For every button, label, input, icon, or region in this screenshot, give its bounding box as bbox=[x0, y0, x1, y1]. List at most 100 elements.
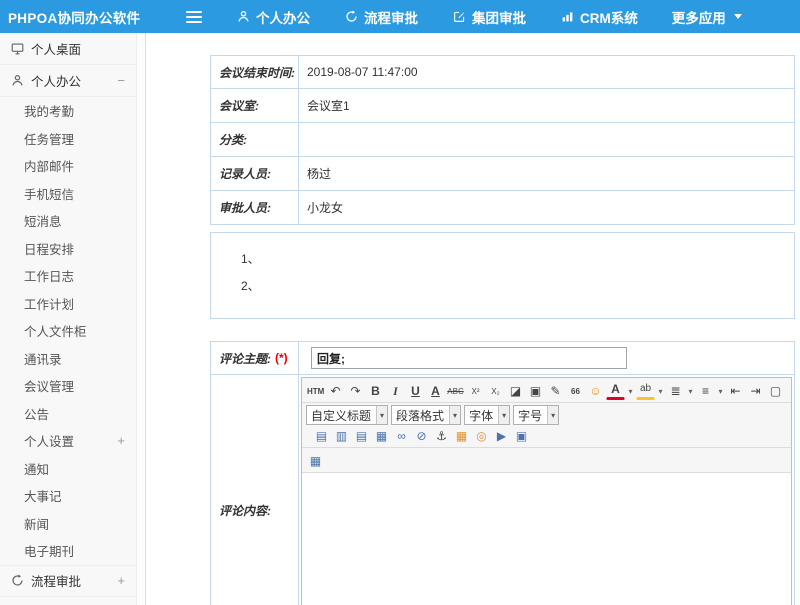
html-source-button[interactable]: HTML bbox=[306, 381, 325, 400]
ordered-list-button[interactable]: ≣ bbox=[666, 381, 685, 400]
nav-label: 更多应用 bbox=[672, 7, 726, 27]
sidebar-item[interactable]: 任务管理 bbox=[0, 125, 137, 153]
sidebar-item[interactable]: 通知 bbox=[0, 455, 137, 483]
sidebar-scrollbar[interactable] bbox=[136, 33, 145, 605]
topbar: PHPOA协同办公软件 个人办公 流程审批 集团审批 CRM系统 bbox=[0, 0, 800, 33]
align-left-button[interactable]: ▤ bbox=[312, 426, 331, 445]
editor-toolbar-row1: HTML↶↷BIUAABCX²X₂◪▣✎66☺A▾ab▾≣▾≡▾⇤⇥▢ bbox=[302, 378, 791, 403]
person-icon bbox=[236, 10, 250, 24]
edit-icon bbox=[452, 10, 466, 24]
image-button[interactable]: ▦ bbox=[452, 426, 471, 445]
select-label: 字体 bbox=[469, 407, 493, 424]
unordered-list-caret[interactable]: ▾ bbox=[716, 381, 725, 400]
note-line: 2、 bbox=[241, 273, 784, 300]
bold-button[interactable]: B bbox=[366, 381, 385, 400]
sidebar-list: 个人桌面 个人办公 − 我的考勤 任务管理 内部邮件 手机短信 短消息 bbox=[0, 33, 137, 605]
sidebar-item[interactable]: 电子期刊 bbox=[0, 537, 137, 565]
field-label: 会议结束时间: bbox=[219, 64, 295, 81]
refresh-icon bbox=[10, 574, 24, 588]
unordered-list-button[interactable]: ≡ bbox=[696, 381, 715, 400]
format-painter-button[interactable]: ✎ bbox=[546, 381, 565, 400]
highlight-button[interactable]: ab bbox=[636, 381, 655, 400]
unlink-button[interactable]: ⊘ bbox=[412, 426, 431, 445]
align-right-button[interactable]: ▤ bbox=[352, 426, 371, 445]
nav-label: CRM系统 bbox=[580, 7, 638, 27]
font-color-button[interactable]: A bbox=[606, 381, 625, 400]
sidebar-item-label: 通讯录 bbox=[24, 349, 62, 368]
field-label: 会议室: bbox=[219, 97, 259, 114]
save-button[interactable]: ▣ bbox=[512, 426, 531, 445]
field-label-cell: 评论内容: bbox=[211, 375, 299, 605]
field-label-cell: 分类: bbox=[211, 123, 299, 156]
sidebar-item[interactable]: 日程安排 bbox=[0, 235, 137, 263]
blockquote-button[interactable]: 66 bbox=[566, 381, 585, 400]
field-label-cell: 记录人员: bbox=[211, 157, 299, 190]
remove-format-button[interactable]: ◪ bbox=[506, 381, 525, 400]
sidebar-item[interactable]: 我的考勤 bbox=[0, 97, 137, 125]
font-color-caret[interactable]: ▾ bbox=[626, 381, 635, 400]
caret-down-icon bbox=[734, 14, 742, 19]
superscript-button[interactable]: X² bbox=[466, 381, 485, 400]
font-family-select[interactable]: 字体 ▾ bbox=[464, 405, 510, 425]
field-label-cell: 会议室: bbox=[211, 89, 299, 122]
outdent-button[interactable]: ⇤ bbox=[726, 381, 745, 400]
form-row: 记录人员: 杨过 bbox=[210, 157, 795, 191]
ordered-list-caret[interactable]: ▾ bbox=[686, 381, 695, 400]
field-label: 评论主题: bbox=[219, 350, 271, 367]
font-underline-button[interactable]: A bbox=[426, 381, 445, 400]
sidebar-section-desktop[interactable]: 个人桌面 bbox=[0, 33, 137, 65]
strikethrough-button[interactable]: ABC bbox=[446, 381, 465, 400]
nav-crm-system[interactable]: CRM系统 bbox=[560, 7, 638, 27]
desktop-icon bbox=[10, 42, 24, 56]
emoticon-button[interactable]: ☺ bbox=[586, 381, 605, 400]
subscript-button[interactable]: X₂ bbox=[486, 381, 505, 400]
sidebar-item[interactable]: 公告 bbox=[0, 400, 137, 428]
new-page-button[interactable]: ▢ bbox=[766, 381, 785, 400]
indent-button[interactable]: ⇥ bbox=[746, 381, 765, 400]
nav-personal-office[interactable]: 个人办公 bbox=[236, 7, 310, 27]
sidebar-item[interactable]: 手机短信 bbox=[0, 180, 137, 208]
sidebar-item[interactable]: 个人设置 + bbox=[0, 427, 137, 455]
expand-icon[interactable]: + bbox=[117, 573, 125, 588]
flash-button[interactable]: ◎ bbox=[472, 426, 491, 445]
font-size-select[interactable]: 字号 ▾ bbox=[513, 405, 559, 425]
comment-subject-input[interactable] bbox=[311, 347, 627, 369]
paste-button[interactable]: ▣ bbox=[526, 381, 545, 400]
hamburger-menu-icon[interactable] bbox=[186, 10, 204, 24]
sidebar-item[interactable]: 工作日志 bbox=[0, 262, 137, 290]
align-justify-button[interactable]: ▦ bbox=[372, 426, 391, 445]
media-button[interactable]: ▶ bbox=[492, 426, 511, 445]
align-center-button[interactable]: ▥ bbox=[332, 426, 351, 445]
underline-button[interactable]: U bbox=[406, 381, 425, 400]
sidebar-item[interactable]: 通讯录 bbox=[0, 345, 137, 373]
field-value-cell: 小龙女 bbox=[299, 191, 794, 224]
nav-workflow-approval[interactable]: 流程审批 bbox=[344, 7, 418, 27]
sidebar-item[interactable]: 短消息 bbox=[0, 207, 137, 235]
paragraph-format-select[interactable]: 段落格式 ▾ bbox=[391, 405, 461, 425]
undo-button[interactable]: ↶ bbox=[326, 381, 345, 400]
table-button[interactable]: ▦ bbox=[306, 451, 325, 470]
editor-toolbar-row2: 自定义标题 ▾ 段落格式 ▾ 字体 ▾ 字号 bbox=[302, 403, 791, 448]
sidebar-item[interactable]: 会议管理 bbox=[0, 372, 137, 400]
sidebar-item[interactable]: 内部邮件 bbox=[0, 152, 137, 180]
italic-button[interactable]: I bbox=[386, 381, 405, 400]
chevron-down-icon: ▾ bbox=[449, 406, 460, 424]
link-button[interactable]: ∞ bbox=[392, 426, 411, 445]
anchor-button[interactable]: ⚓ bbox=[432, 426, 451, 445]
collapse-icon[interactable]: − bbox=[117, 73, 125, 88]
sidebar-item[interactable]: 大事记 bbox=[0, 482, 137, 510]
sidebar-section-personal-office[interactable]: 个人办公 − bbox=[0, 65, 137, 97]
sidebar-item-label: 任务管理 bbox=[24, 129, 74, 148]
form-row: 审批人员: 小龙女 bbox=[210, 191, 795, 225]
heading-select[interactable]: 自定义标题 ▾ bbox=[306, 405, 388, 425]
sidebar-section-workflow[interactable]: 流程审批 + bbox=[0, 565, 137, 597]
sidebar-item[interactable]: 个人文件柜 bbox=[0, 317, 137, 345]
nav-group-approval[interactable]: 集团审批 bbox=[452, 7, 526, 27]
chevron-down-icon: ▾ bbox=[498, 406, 509, 424]
editor-content-area[interactable] bbox=[302, 473, 791, 605]
nav-more-apps[interactable]: 更多应用 bbox=[672, 7, 742, 27]
sidebar-item[interactable]: 工作计划 bbox=[0, 290, 137, 318]
redo-button[interactable]: ↷ bbox=[346, 381, 365, 400]
highlight-caret[interactable]: ▾ bbox=[656, 381, 665, 400]
sidebar-item[interactable]: 新闻 bbox=[0, 510, 137, 538]
